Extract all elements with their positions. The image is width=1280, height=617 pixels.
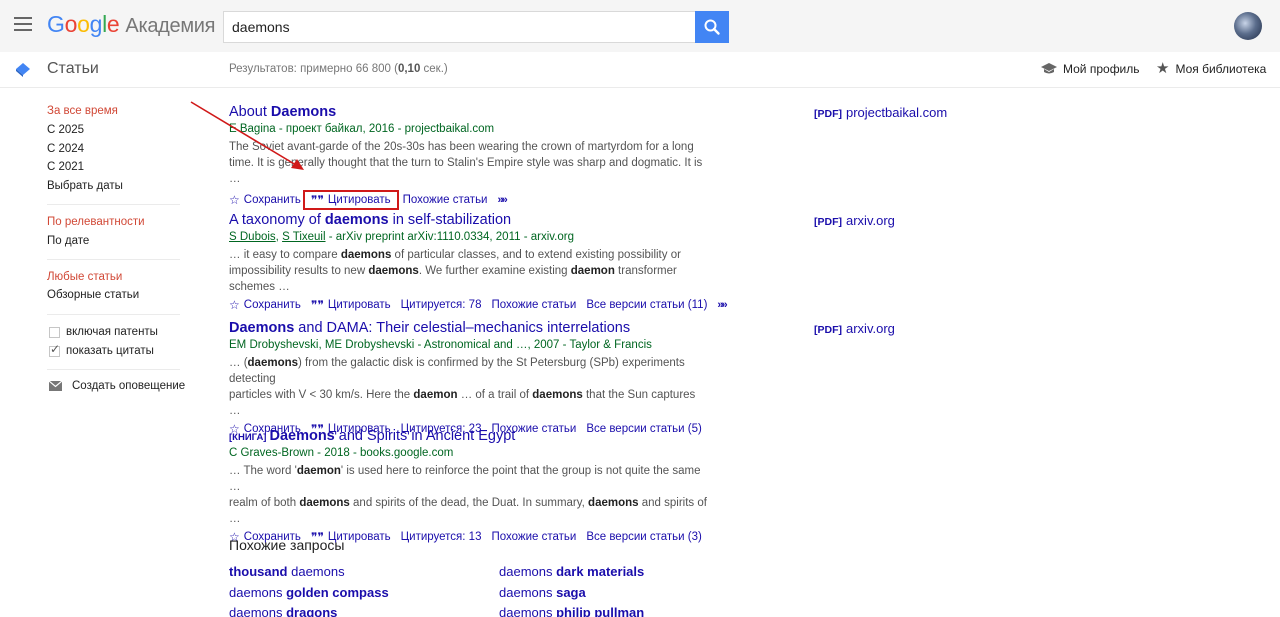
logo-suffix: Академия <box>125 15 216 37</box>
search-result: A taxonomy of daemons in self-stabilizat… <box>229 212 728 312</box>
checkbox-checked <box>49 342 60 357</box>
search-result: [КНИГА] Daemons and Spirits in Ancient Eg… <box>229 428 709 544</box>
author-link[interactable]: S Dubois <box>229 231 276 243</box>
type-any-articles[interactable]: Любые статьи <box>47 271 122 283</box>
related-search-link[interactable]: thousand daemons <box>229 564 345 579</box>
result-snippet: … (daemons) from the galactic disk is co… <box>229 357 696 417</box>
all-versions-link[interactable]: Все версии статьи (11) <box>586 299 707 311</box>
filter-any-time[interactable]: За все время <box>47 105 118 117</box>
articles-icon <box>16 63 30 77</box>
search-icon <box>704 19 720 35</box>
result-snippet: … it easy to compare daemons of particul… <box>229 249 681 293</box>
save-button[interactable]: ☆ Сохранить <box>229 193 301 207</box>
sidebar-divider <box>47 204 180 205</box>
related-search-link[interactable]: daemons philip pullman <box>499 605 644 617</box>
search-box <box>223 11 695 43</box>
filter-custom-range[interactable]: Выбрать даты <box>47 180 123 192</box>
cited-by-link[interactable]: Цитируется: 78 <box>401 299 482 311</box>
checkbox-unchecked <box>49 326 60 338</box>
result-snippet: … The word 'daemon' is used here to rein… <box>229 465 707 525</box>
filter-since-2025[interactable]: С 2025 <box>47 124 84 136</box>
star-outline-icon: ☆ <box>229 193 240 207</box>
result-meta: S Dubois, S Tixeuil - arXiv preprint arX… <box>229 231 574 243</box>
result-title-link[interactable]: A taxonomy of daemons in self-stabilizat… <box>229 212 709 228</box>
sort-by-relevance[interactable]: По релевантности <box>47 216 145 228</box>
result-snippet: The Soviet avant-garde of the 20s-30s ha… <box>229 141 703 185</box>
search-button[interactable] <box>695 11 729 43</box>
result-title-link[interactable]: [КНИГА] Daemons and Spirits in Ancient Eg… <box>229 428 709 444</box>
search-result: About Daemons E Bagina - проект байкал, … <box>229 104 709 210</box>
book-tag: [КНИГА] <box>229 432 267 443</box>
user-avatar[interactable] <box>1234 12 1262 40</box>
result-meta: EM Drobyshevski, ME Drobyshevski - Astro… <box>229 339 652 351</box>
search-result: Daemons and DAMA: Their celestial–mechan… <box>229 320 709 436</box>
sort-by-date[interactable]: По дате <box>47 235 89 247</box>
related-searches-title: Похожие запросы <box>229 537 345 553</box>
all-versions-link[interactable]: Все версии статьи (3) <box>586 531 702 543</box>
subheader-bar: Статьи Результатов: примерно 66 800 (0,1… <box>0 52 1280 88</box>
pdf-link[interactable]: [PDF] projectbaikal.com <box>814 105 947 120</box>
related-articles-link[interactable]: Похожие статьи <box>403 194 488 206</box>
search-input[interactable] <box>224 12 695 42</box>
quote-icon: ❞❞ <box>310 193 324 207</box>
related-articles-link[interactable]: Похожие статьи <box>491 299 576 311</box>
result-actions: ☆ Сохранить ❞❞ Цитировать Цитируется: 78 П… <box>229 298 728 312</box>
pdf-link[interactable]: [PDF] arxiv.org <box>814 321 895 336</box>
related-search-link[interactable]: daemons saga <box>499 585 586 600</box>
more-options-icon[interactable]: »» <box>497 194 507 206</box>
show-citations-checkbox[interactable]: показать цитаты <box>49 342 154 357</box>
result-meta: C Graves-Brown - 2018 - books.google.com <box>229 447 454 459</box>
cited-by-link[interactable]: Цитируется: 13 <box>401 531 482 543</box>
star-icon: ★ <box>1156 60 1170 77</box>
my-library-link[interactable]: ★ Моя библиотека <box>1156 60 1266 77</box>
envelope-icon <box>49 381 62 391</box>
type-review-articles[interactable]: Обзорные статьи <box>47 289 139 301</box>
cite-button[interactable]: ❞❞ Цитировать <box>302 190 399 210</box>
related-search-link[interactable]: daemons golden compass <box>229 585 389 600</box>
sidebar-divider <box>47 314 180 315</box>
hamburger-menu-icon[interactable] <box>14 17 32 31</box>
more-options-icon[interactable]: »» <box>717 299 727 311</box>
filter-since-2024[interactable]: С 2024 <box>47 143 84 155</box>
top-header: Google Академия <box>0 0 1280 52</box>
results-count: Результатов: примерно 66 800 (0,10 сек.) <box>229 63 448 75</box>
author-link[interactable]: S Tixeuil <box>282 231 325 243</box>
star-outline-icon: ☆ <box>229 298 240 312</box>
sidebar-divider <box>47 369 180 370</box>
graduation-cap-icon <box>1041 63 1057 74</box>
create-alert-link[interactable]: Создать оповещение <box>49 380 185 392</box>
cite-button[interactable]: ❞❞ Цитировать <box>311 298 391 312</box>
include-patents-checkbox[interactable]: включая патенты <box>49 326 158 338</box>
my-profile-link[interactable]: Мой профиль <box>1041 62 1140 76</box>
sidebar-divider <box>47 259 180 260</box>
quote-icon: ❞❞ <box>310 298 324 312</box>
save-button[interactable]: ☆ Сохранить <box>229 298 301 312</box>
related-articles-link[interactable]: Похожие статьи <box>491 531 576 543</box>
scholar-logo[interactable]: Google Академия <box>47 11 216 38</box>
section-label-articles: Статьи <box>47 60 99 77</box>
related-search-link[interactable]: daemons dark materials <box>499 564 644 579</box>
related-search-link[interactable]: daemons dragons <box>229 605 337 617</box>
result-actions: ☆ Сохранить ❞❞ Цитировать Похожие статьи »… <box>229 190 709 210</box>
filter-since-2021[interactable]: С 2021 <box>47 161 84 173</box>
result-title-link[interactable]: About Daemons <box>229 104 709 120</box>
result-meta: E Bagina - проект байкал, 2016 - project… <box>229 123 495 135</box>
pdf-link[interactable]: [PDF] arxiv.org <box>814 213 895 228</box>
result-title-link[interactable]: Daemons and DAMA: Their celestial–mechan… <box>229 320 709 336</box>
